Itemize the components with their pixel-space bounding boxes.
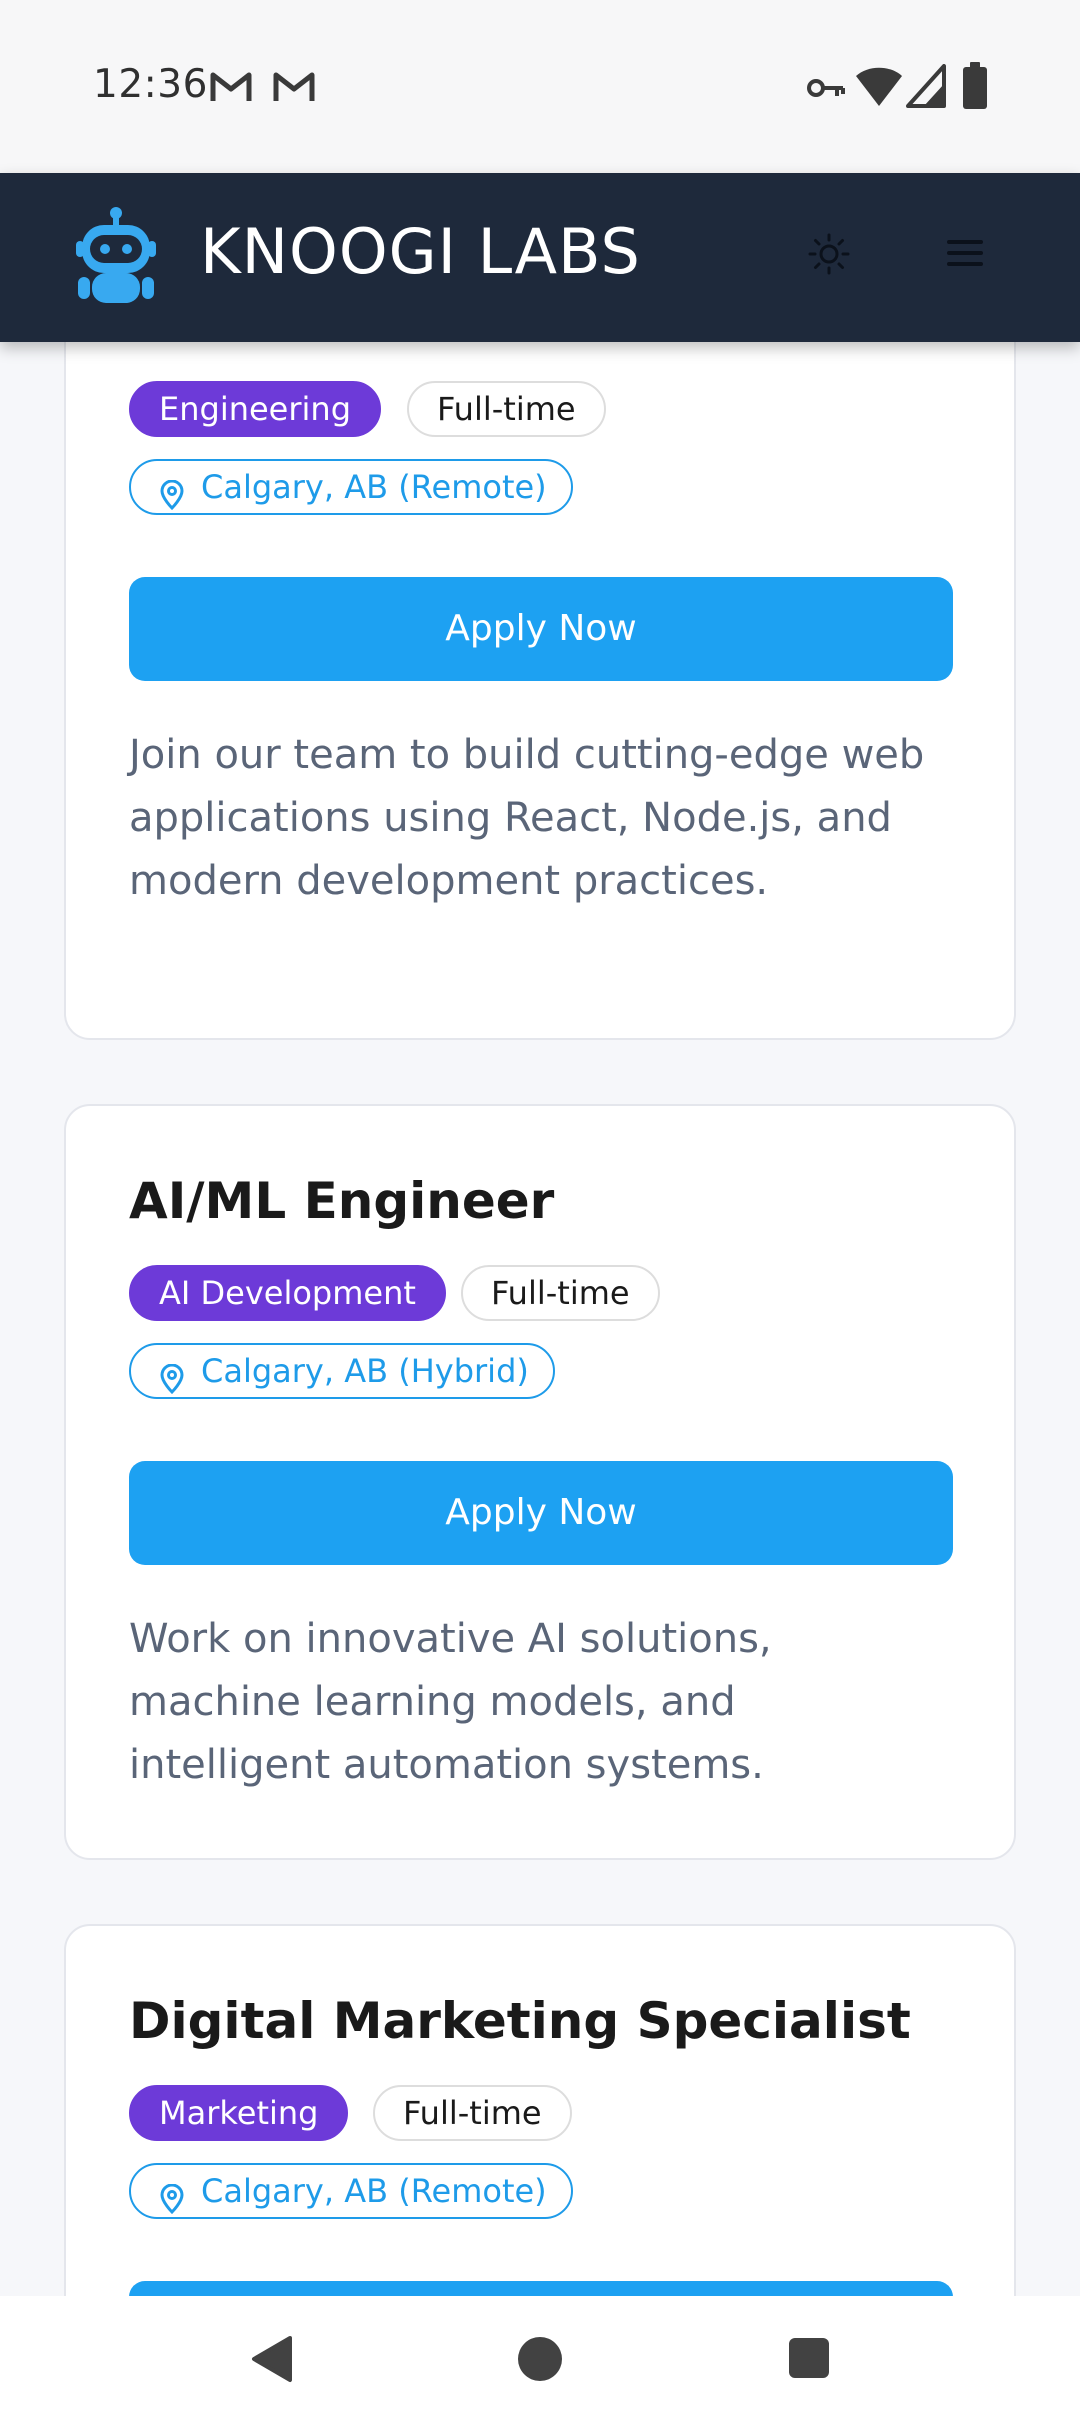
vpn-key-icon [806,76,846,104]
wifi-icon [855,64,903,112]
apply-now-button[interactable]: Apply Now [129,577,953,681]
job-description: Join our team to build cutting-edge web … [129,732,925,904]
gmail-icon [273,70,315,108]
status-time: 12:36 [93,62,208,107]
recents-square-icon[interactable] [787,2336,831,2384]
job-title: Digital Marketing Specialist [129,1992,911,2050]
location-label: Calgary, AB (Remote) [201,2172,547,2210]
hamburger-menu-icon[interactable] [945,233,985,273]
system-nav-bar [0,2296,1080,2424]
job-card: Engineering Full-time Calgary, AB (Remot… [64,260,1016,1040]
location-tag: Calgary, AB (Remote) [129,459,573,515]
location-tag: Calgary, AB (Hybrid) [129,1343,555,1399]
location-label: Calgary, AB (Remote) [201,468,547,506]
job-title: AI/ML Engineer [129,1172,555,1230]
job-type-tag: Full-time [407,381,606,437]
department-tag: Engineering [129,381,381,437]
back-triangle-icon[interactable] [248,2334,294,2388]
map-pin-icon [159,1357,185,1409]
map-pin-icon [159,473,185,525]
apply-now-button[interactable]: Apply Now [129,1461,953,1565]
job-description: Work on innovative AI solutions, machine… [129,1616,772,1788]
job-card: AI/ML Engineer AI Development Full-time … [64,1104,1016,1860]
department-tag: AI Development [129,1265,446,1321]
status-bar: 12:36 [0,0,1080,173]
job-type-tag: Full-time [461,1265,660,1321]
brand-name[interactable]: KNOOGI LABS [200,215,641,288]
job-type-tag: Full-time [373,2085,572,2141]
location-label: Calgary, AB (Hybrid) [201,1352,529,1390]
home-circle-icon[interactable] [515,2334,565,2388]
gmail-icon [210,70,252,108]
sun-icon[interactable] [808,233,850,275]
robot-icon[interactable] [76,207,156,311]
signal-icon [906,64,946,112]
map-pin-icon [159,2177,185,2229]
location-tag: Calgary, AB (Remote) [129,2163,573,2219]
battery-icon [962,62,988,114]
app-header: KNOOGI LABS [0,173,1080,342]
department-tag: Marketing [129,2085,349,2141]
